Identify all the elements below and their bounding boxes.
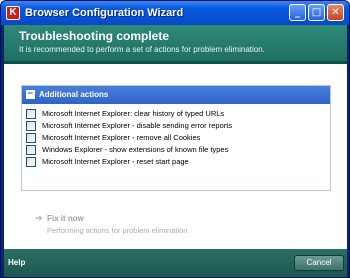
footer-bar: Help Cancel <box>4 249 347 277</box>
title-bar[interactable]: K Browser Configuration Wizard _ □ ✕ <box>1 1 349 25</box>
close-button[interactable]: ✕ <box>327 4 344 21</box>
page-title: Troubleshooting complete <box>19 29 170 43</box>
fix-it-now-title: Fix it now <box>47 214 84 223</box>
action-item-remove-cookies[interactable]: Microsoft Internet Explorer - remove all… <box>22 132 330 144</box>
page-subtitle: It is recommended to perform a set of ac… <box>19 45 265 54</box>
action-label: Microsoft Internet Explorer - remove all… <box>42 133 201 142</box>
action-label: Windows Explorer - show extensions of kn… <box>42 145 229 154</box>
maximize-button[interactable]: □ <box>308 4 325 21</box>
arrow-right-icon: ➔ <box>35 214 43 224</box>
collapse-icon[interactable]: − <box>26 90 35 99</box>
action-item-reset-start-page[interactable]: Microsoft Internet Explorer - reset star… <box>22 156 330 168</box>
action-item-clear-typed-urls[interactable]: Microsoft Internet Explorer: clear histo… <box>22 108 330 120</box>
action-item-show-file-extensions[interactable]: Windows Explorer - show extensions of kn… <box>22 144 330 156</box>
checkbox[interactable] <box>26 145 36 155</box>
checkbox[interactable] <box>26 121 36 131</box>
minimize-button[interactable]: _ <box>289 4 306 21</box>
checkbox[interactable] <box>26 157 36 167</box>
window-title: Browser Configuration Wizard <box>25 7 184 19</box>
additional-actions-title: Additional actions <box>39 90 109 99</box>
fix-it-now-description: Performing actions for problem eliminati… <box>47 226 188 235</box>
kaspersky-logo-icon: K <box>6 6 20 20</box>
help-link[interactable]: Help <box>8 258 25 268</box>
cancel-button[interactable]: Cancel <box>294 255 344 271</box>
main-content: − Additional actions Microsoft Internet … <box>4 64 347 249</box>
action-list: Microsoft Internet Explorer: clear histo… <box>22 108 330 168</box>
header-banner: Troubleshooting complete It is recommend… <box>4 25 347 61</box>
checkbox[interactable] <box>26 109 36 119</box>
additional-actions-header[interactable]: − Additional actions <box>22 86 330 104</box>
wizard-window: K Browser Configuration Wizard _ □ ✕ Tro… <box>0 0 350 278</box>
checkbox[interactable] <box>26 133 36 143</box>
action-label: Microsoft Internet Explorer: clear histo… <box>42 109 225 118</box>
action-item-disable-error-reports[interactable]: Microsoft Internet Explorer - disable se… <box>22 120 330 132</box>
additional-actions-panel: − Additional actions Microsoft Internet … <box>21 85 331 191</box>
action-label: Microsoft Internet Explorer - reset star… <box>42 157 189 166</box>
action-label: Microsoft Internet Explorer - disable se… <box>42 121 233 130</box>
